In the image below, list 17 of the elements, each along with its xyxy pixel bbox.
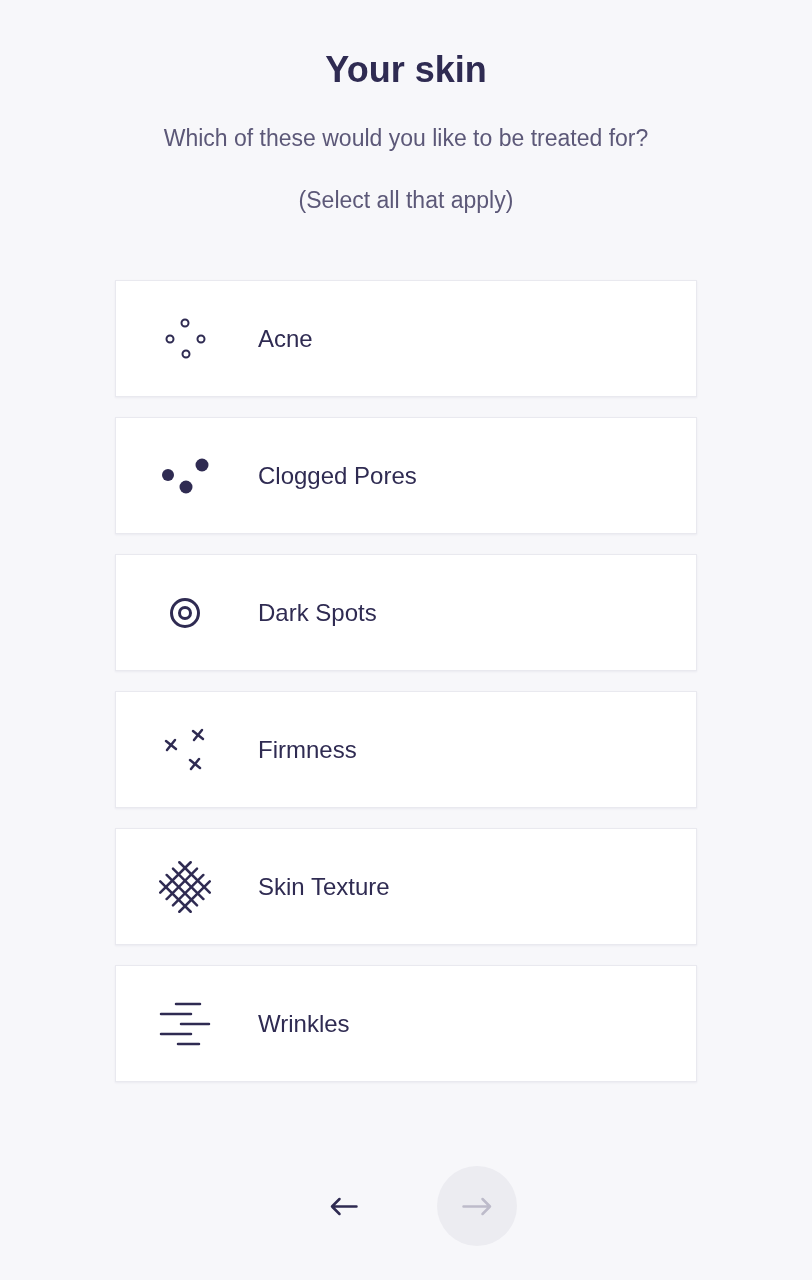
left-arrow-icon (330, 1196, 358, 1216)
option-card[interactable]: Wrinkles (115, 965, 697, 1082)
dots-icon (161, 457, 209, 494)
target-icon (170, 597, 200, 628)
option-card[interactable]: Acne (115, 280, 697, 397)
crosses-icon (164, 728, 206, 771)
hint-text: (Select all that apply) (298, 186, 514, 215)
page-title: Your skin (325, 48, 487, 92)
option-card[interactable]: Skin Texture (115, 828, 697, 945)
question-text: Which of these would you like to be treated for? (163, 124, 649, 153)
rings-icon (164, 318, 206, 359)
lattice-icon (159, 860, 211, 913)
option-card[interactable]: Firmness (115, 691, 697, 808)
option-card[interactable]: Clogged Pores (115, 417, 697, 534)
right-arrow-icon (462, 1196, 492, 1216)
option-card[interactable]: Dark Spots (115, 554, 697, 671)
lines-icon (159, 1001, 211, 1046)
